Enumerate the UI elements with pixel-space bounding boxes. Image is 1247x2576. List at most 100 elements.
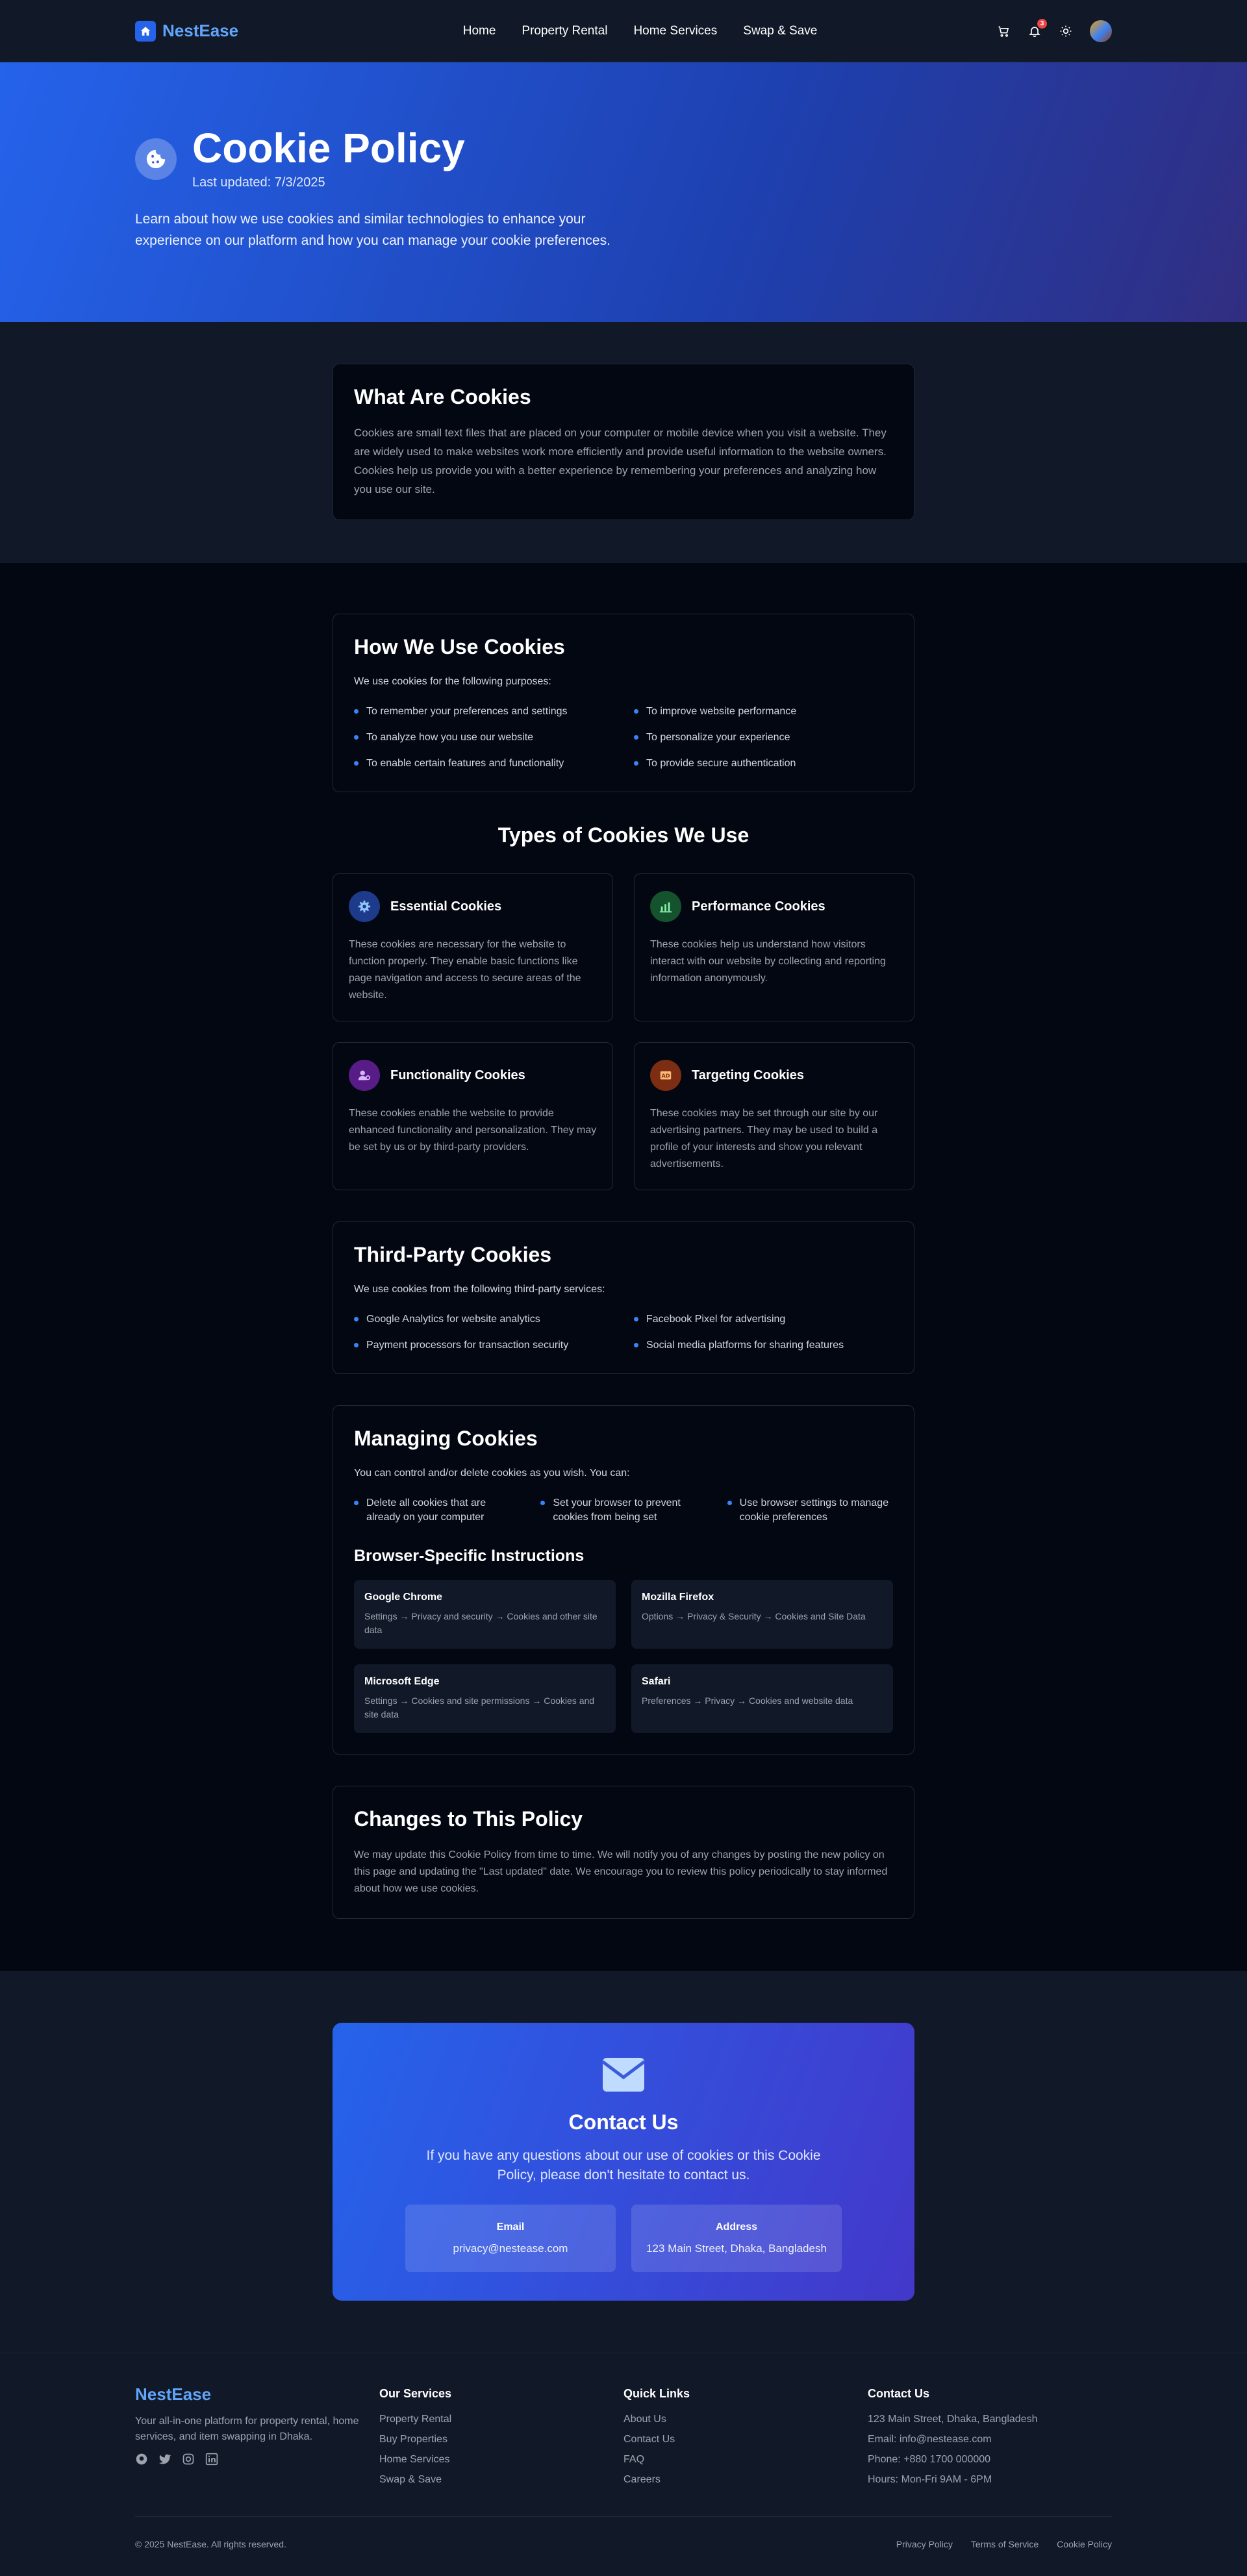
list-item: Google Analytics for website analytics	[354, 1312, 613, 1327]
types-title: Types of Cookies We Use	[498, 823, 749, 847]
type-card-performance: Performance Cookies These cookies help u…	[634, 873, 914, 1021]
third-intro: We use cookies from the following third-…	[354, 1284, 605, 1295]
contact-email-box[interactable]: Email privacy@nestease.com	[405, 2205, 616, 2272]
svg-text:AD: AD	[661, 1073, 670, 1079]
browser-chrome: Google Chrome Settings → Privacy and sec…	[354, 1580, 616, 1649]
list-item: Use browser settings to manage cookie pr…	[727, 1496, 893, 1525]
top-nav: NestEase Home Property Rental Home Servi…	[0, 0, 1247, 62]
privacy-policy-link[interactable]: Privacy Policy	[896, 2539, 953, 2549]
bell-icon[interactable]: 3	[1027, 18, 1047, 38]
list-item: Facebook Pixel for advertising	[634, 1312, 893, 1327]
type-name: Essential Cookies	[390, 899, 502, 914]
email-value[interactable]: privacy@nestease.com	[405, 2242, 616, 2255]
list-item: To remember your preferences and setting…	[354, 705, 613, 719]
instagram-icon[interactable]	[182, 2453, 195, 2466]
footer-link[interactable]: Home Services	[379, 2454, 624, 2466]
nav-link-home[interactable]: Home	[463, 24, 496, 38]
contact-line: 123 Main Street, Dhaka, Bangladesh	[868, 2414, 1038, 2425]
cookie-icon	[135, 138, 177, 180]
type-name: Targeting Cookies	[692, 1068, 804, 1082]
type-name: Functionality Cookies	[390, 1068, 525, 1082]
ad-icon: AD	[650, 1060, 681, 1091]
how-title: How We Use Cookies	[354, 635, 565, 658]
type-desc: These cookies may be set through our sit…	[650, 1108, 878, 1169]
address-value: 123 Main Street, Dhaka, Bangladesh	[646, 2242, 827, 2255]
contact-line: Email: info@nestease.com	[868, 2434, 992, 2445]
footer-link[interactable]: Contact Us	[624, 2434, 868, 2445]
contact-section: Contact Us If you have any questions abo…	[0, 1971, 1247, 2353]
page-title: Cookie Policy	[192, 125, 465, 171]
quick-links-list: About Us Contact Us FAQ Careers	[624, 2414, 868, 2486]
footer-link[interactable]: Swap & Save	[379, 2474, 624, 2486]
browser-firefox: Mozilla Firefox Options → Privacy & Secu…	[631, 1580, 893, 1649]
type-desc: These cookies enable the website to prov…	[349, 1108, 597, 1153]
list-item: To improve website performance	[634, 705, 893, 719]
sun-icon[interactable]	[1059, 24, 1073, 38]
brand[interactable]: NestEase	[135, 20, 238, 42]
avatar[interactable]	[1090, 19, 1112, 42]
how-intro: We use cookies for the following purpose…	[354, 676, 551, 687]
address-label: Address	[715, 2221, 758, 2232]
what-title: What Are Cookies	[354, 385, 531, 408]
cookie-policy-link[interactable]: Cookie Policy	[1057, 2539, 1112, 2549]
list-item: Delete all cookies that are already on y…	[354, 1496, 520, 1525]
policy-body: How We Use Cookies We use cookies for th…	[0, 563, 1247, 1971]
home-logo-icon	[135, 20, 156, 42]
third-card: Third-Party Cookies We use cookies from …	[333, 1221, 914, 1374]
contact-line: Hours: Mon-Fri 9AM - 6PM	[868, 2474, 992, 2485]
gear-icon	[349, 891, 380, 922]
contact-address-box: Address 123 Main Street, Dhaka, Banglade…	[631, 2205, 842, 2272]
browser-edge: Microsoft Edge Settings → Cookies and si…	[354, 1664, 616, 1733]
footer-link[interactable]: Buy Properties	[379, 2434, 624, 2445]
nav-link-property-rental[interactable]: Property Rental	[522, 24, 607, 38]
type-desc: These cookies help us understand how vis…	[650, 939, 886, 984]
list-item: To analyze how you use our website	[354, 731, 613, 745]
browser-title: Browser-Specific Instructions	[354, 1547, 585, 1565]
contact-card: Contact Us If you have any questions abo…	[333, 2023, 914, 2301]
twitter-icon[interactable]	[158, 2453, 171, 2466]
copyright: © 2025 NestEase. All rights reserved.	[135, 2539, 286, 2549]
nav-link-swap-save[interactable]: Swap & Save	[743, 24, 817, 38]
list-item: To enable certain features and functiona…	[354, 757, 613, 771]
third-list: Google Analytics for website analytics F…	[354, 1312, 893, 1353]
how-card: How We Use Cookies We use cookies for th…	[333, 614, 914, 792]
nav-link-home-services[interactable]: Home Services	[633, 24, 717, 38]
list-item: Set your browser to prevent cookies from…	[540, 1496, 706, 1525]
list-item: To personalize your experience	[634, 731, 893, 745]
type-desc: These cookies are necessary for the webs…	[349, 939, 581, 1001]
services-heading: Our Services	[379, 2387, 452, 2400]
footer: NestEase Your all-in-one platform for pr…	[0, 2353, 1247, 2576]
linkedin-icon[interactable]	[205, 2453, 218, 2466]
footer-tagline: Your all-in-one platform for property re…	[135, 2416, 359, 2442]
hero: Cookie Policy Last updated: 7/3/2025 Lea…	[0, 62, 1247, 322]
contact-description: If you have any questions about our use …	[426, 2148, 821, 2182]
envelope-icon	[333, 2058, 914, 2095]
list-item: To provide secure authentication	[634, 757, 893, 771]
hero-description: Learn about how we use cookies and simil…	[135, 212, 611, 248]
footer-link[interactable]: FAQ	[624, 2454, 868, 2466]
footer-link[interactable]: Property Rental	[379, 2414, 624, 2425]
browser-grid: Google Chrome Settings → Privacy and sec…	[354, 1580, 893, 1733]
contact-list: 123 Main Street, Dhaka, Bangladesh Email…	[868, 2414, 1112, 2486]
changes-card: Changes to This Policy We may update thi…	[333, 1786, 914, 1919]
managing-intro: You can control and/or delete cookies as…	[354, 1468, 630, 1479]
nav-links: Home Property Rental Home Services Swap …	[463, 24, 818, 38]
footer-brand[interactable]: NestEase	[135, 2384, 379, 2405]
what-card: What Are Cookies Cookies are small text …	[333, 364, 914, 520]
what-text: Cookies are small text files that are pl…	[354, 427, 887, 495]
what-section: What Are Cookies Cookies are small text …	[0, 322, 1247, 563]
browser-safari: Safari Preferences → Privacy → Cookies a…	[631, 1664, 893, 1733]
contact-line: Phone: +880 1700 000000	[868, 2454, 991, 2465]
services-list: Property Rental Buy Properties Home Serv…	[379, 2414, 624, 2486]
contact-heading: Contact Us	[868, 2387, 930, 2400]
footer-link[interactable]: About Us	[624, 2414, 868, 2425]
nav-actions: 3	[996, 18, 1112, 42]
notification-badge: 3	[1037, 18, 1047, 29]
last-updated: Last updated: 7/3/2025	[192, 175, 325, 190]
chart-icon	[650, 891, 681, 922]
github-icon[interactable]	[135, 2453, 148, 2466]
footer-link[interactable]: Careers	[624, 2474, 868, 2486]
changes-text: We may update this Cookie Policy from ti…	[354, 1849, 888, 1894]
cart-icon[interactable]	[996, 24, 1011, 38]
terms-link[interactable]: Terms of Service	[971, 2539, 1039, 2549]
